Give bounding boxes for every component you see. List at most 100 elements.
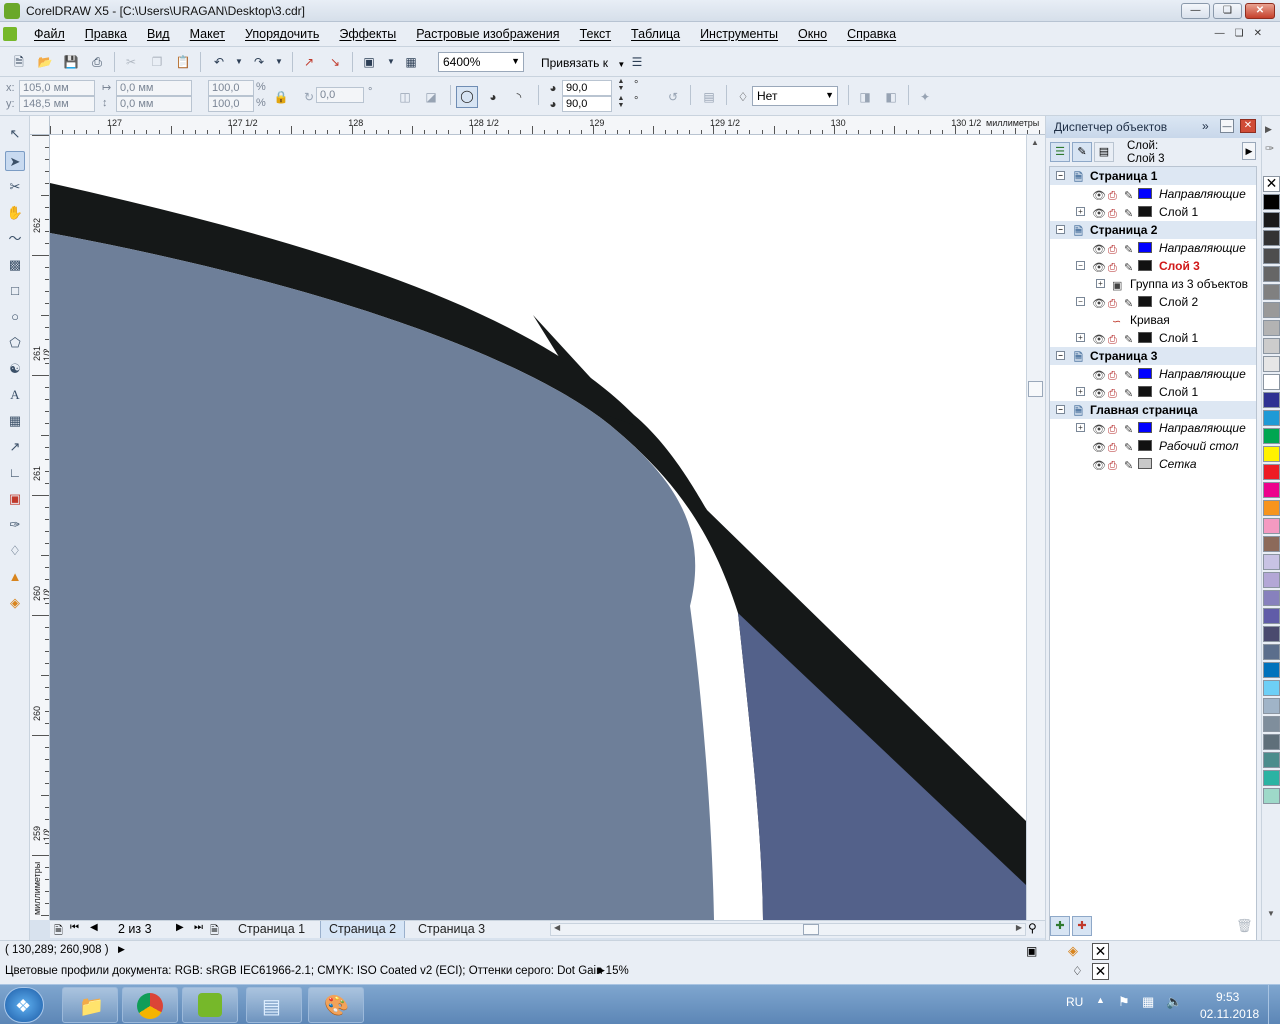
tree-page-row[interactable]: − 🗎 Страница 1 — [1050, 167, 1256, 185]
color-swatch[interactable] — [1263, 356, 1280, 372]
color-swatch[interactable] — [1263, 284, 1280, 300]
menu-item[interactable]: Окно — [798, 27, 827, 41]
vertical-scroll-thumb[interactable] — [1028, 381, 1043, 397]
width-field[interactable]: 0,0 мм — [116, 80, 192, 96]
menu-item[interactable]: Таблица — [631, 27, 680, 41]
expand-icon[interactable]: + — [1076, 207, 1085, 216]
launcher-dropdown-icon[interactable]: ▼ — [382, 53, 400, 71]
artwork[interactable] — [50, 135, 1026, 920]
arc-mode-icon[interactable]: ◝ — [510, 88, 528, 106]
menu-item[interactable]: Эффекты — [339, 27, 396, 41]
color-swatch[interactable] — [1263, 536, 1280, 552]
show-hidden-icons-icon[interactable]: ▲ — [1096, 995, 1105, 1005]
connector-tool-icon[interactable]: ∟ — [5, 463, 25, 483]
vertical-ruler[interactable]: 262 261 1/2 261 260 1/2 260 259 1/2 миллиметры — [30, 135, 50, 920]
color-swatch[interactable] — [1263, 572, 1280, 588]
tree-item-row[interactable]: 👁 ⎙ ✎ Направляющие — [1050, 365, 1256, 383]
close-button[interactable]: ✕ — [1245, 3, 1275, 19]
eyedropper-icon[interactable]: ✑ — [1265, 142, 1274, 155]
collapse-icon[interactable]: − — [1056, 405, 1065, 414]
color-swatch[interactable] — [1263, 680, 1280, 696]
interactive-fill-tool-icon[interactable]: ◈ — [5, 593, 25, 613]
lock-ratio-icon[interactable]: 🔒 — [272, 88, 290, 106]
color-swatch[interactable] — [1263, 392, 1280, 408]
menu-item[interactable]: Вид — [147, 27, 170, 41]
height-field[interactable]: 0,0 мм — [116, 96, 192, 112]
show-object-properties-icon[interactable]: ☰ — [1050, 142, 1070, 162]
application-launcher-icon[interactable]: ▣ — [360, 53, 378, 71]
action-center-flag-icon[interactable]: ⚑ — [1118, 994, 1130, 1010]
minimize-button[interactable]: — — [1181, 3, 1210, 19]
collapse-icon[interactable]: − — [1076, 261, 1085, 270]
color-swatch[interactable] — [1263, 500, 1280, 516]
crop-tool-icon[interactable]: ✂ — [5, 177, 25, 197]
change-direction-icon[interactable]: ↺ — [664, 88, 682, 106]
network-icon[interactable]: ▦ — [1142, 994, 1154, 1010]
layer-color-swatch[interactable] — [1138, 260, 1152, 271]
chrome-taskbar-button[interactable] — [122, 987, 178, 1023]
first-page-icon[interactable]: ⏮ — [70, 922, 79, 933]
polygon-tool-icon[interactable]: ⬠ — [5, 333, 25, 353]
new-layer-icon[interactable]: ✚ — [1050, 916, 1070, 936]
text-tool-icon[interactable]: A — [5, 385, 25, 405]
layer-color-swatch[interactable] — [1138, 242, 1152, 253]
shape-fill-right[interactable] — [738, 613, 1026, 920]
color-swatch[interactable] — [1263, 230, 1280, 246]
new-master-layer-icon[interactable]: ✚ — [1072, 916, 1092, 936]
freehand-tool-icon[interactable]: 〜 — [5, 229, 25, 249]
tree-page-row[interactable]: − 🗎 Главная страница — [1050, 401, 1256, 419]
scale-x-field[interactable]: 100,0 — [208, 80, 254, 96]
page-tab[interactable]: Страница 3 — [410, 921, 493, 938]
tree-item-row[interactable]: + 👁 ⎙ ✎ Слой 1 — [1050, 203, 1256, 221]
color-swatch[interactable] — [1263, 626, 1280, 642]
color-swatch[interactable] — [1263, 518, 1280, 534]
tree-item-row[interactable]: 👁 ⎙ ✎ Рабочий стол — [1050, 437, 1256, 455]
layer-color-swatch[interactable] — [1138, 458, 1152, 469]
undo-icon[interactable]: ↶ — [210, 53, 228, 71]
tree-item-row[interactable]: ∽ Кривая — [1050, 311, 1256, 329]
to-front-icon[interactable]: ◨ — [856, 88, 874, 106]
to-back-icon[interactable]: ◧ — [882, 88, 900, 106]
visibility-eye-icon[interactable]: 👁 — [1092, 457, 1106, 475]
layer-color-swatch[interactable] — [1138, 188, 1152, 199]
expand-icon[interactable]: + — [1096, 279, 1105, 288]
pan-tool-icon[interactable]: ✋ — [5, 203, 25, 223]
y-position-field[interactable]: 148,5 мм — [19, 96, 95, 112]
menu-item[interactable]: Упорядочить — [245, 27, 319, 41]
collapse-icon[interactable]: − — [1056, 351, 1065, 360]
language-indicator[interactable]: RU — [1066, 995, 1083, 1009]
color-swatch[interactable] — [1263, 608, 1280, 624]
layer-manager-view-icon[interactable]: ▤ — [1094, 142, 1114, 162]
palette-scroll-down-icon[interactable]: ▼ — [1267, 909, 1275, 918]
page-tab[interactable]: Страница 2 — [320, 921, 406, 938]
paste-icon[interactable]: 📋 — [174, 53, 192, 71]
status-expand-icon[interactable]: ▶ — [118, 944, 125, 955]
pie-mode-icon[interactable]: ◕ — [484, 88, 502, 106]
color-swatch[interactable] — [1263, 410, 1280, 426]
restore-button[interactable]: ❏ — [1213, 3, 1242, 19]
docker-expand-icon[interactable]: » — [1202, 119, 1209, 133]
tree-item-row[interactable]: − 👁 ⎙ ✎ Слой 3 — [1050, 257, 1256, 275]
docker-flyout-icon[interactable]: ▶ — [1242, 142, 1256, 160]
scroll-left-icon[interactable]: ◀ — [554, 923, 560, 932]
outline-width-select[interactable]: Нет ▼ — [752, 86, 838, 106]
fill-status-icon[interactable]: ◈ — [1068, 943, 1078, 959]
pick-tool-icon[interactable]: ↖ — [5, 124, 25, 144]
end-angle-spinner[interactable]: ▲ ▼ — [612, 95, 630, 109]
layer-color-swatch[interactable] — [1138, 440, 1152, 451]
previous-page-icon[interactable]: ◀ — [90, 922, 98, 933]
layer-color-swatch[interactable] — [1138, 296, 1152, 307]
color-swatch[interactable] — [1263, 302, 1280, 318]
color-swatch[interactable] — [1263, 482, 1280, 498]
clock-date[interactable]: 02.11.2018 — [1200, 1007, 1259, 1021]
profiles-expand-icon[interactable]: ▶ — [598, 965, 605, 976]
add-page-before-icon[interactable]: 🗎 — [54, 922, 63, 941]
shape-tool-icon[interactable]: ➤ — [5, 151, 25, 171]
color-swatch[interactable] — [1263, 590, 1280, 606]
color-swatch[interactable] — [1263, 554, 1280, 570]
save-icon[interactable]: 💾 — [62, 53, 80, 71]
ruler-origin[interactable] — [30, 116, 50, 135]
tree-item-row[interactable]: 👁 ⎙ ✎ Направляющие — [1050, 185, 1256, 203]
no-color-swatch[interactable]: ✕ — [1263, 176, 1280, 192]
color-swatch[interactable] — [1263, 464, 1280, 480]
